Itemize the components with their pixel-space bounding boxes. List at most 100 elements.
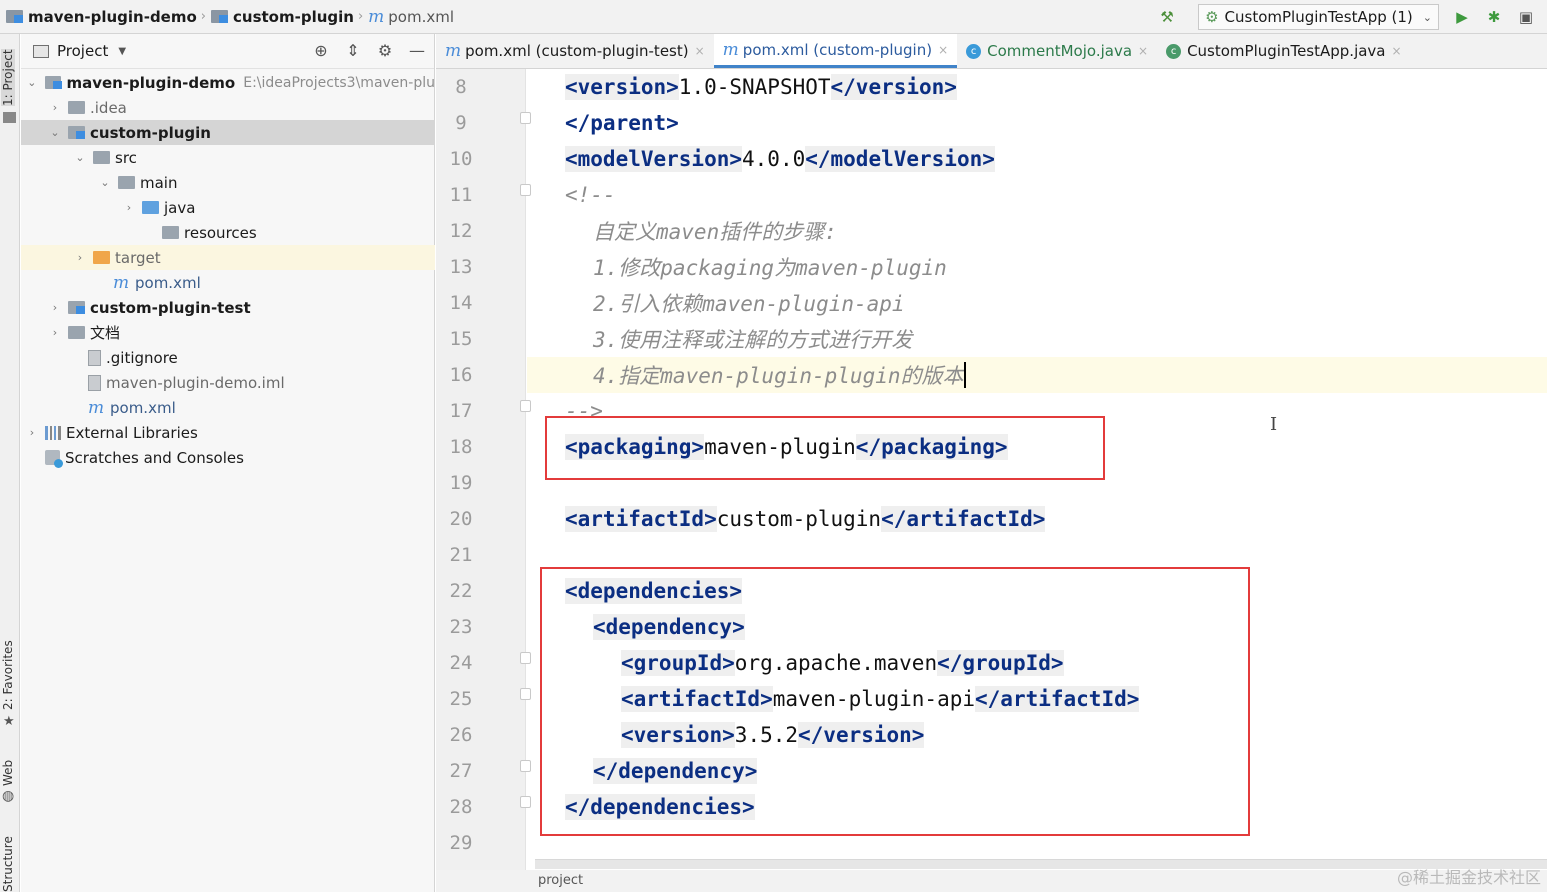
- line-number: 11: [449, 184, 473, 206]
- tree-item-external-libraries[interactable]: › External Libraries: [21, 420, 435, 445]
- chevron-down-icon[interactable]: ⌄: [73, 151, 87, 164]
- code-line-15: 3.使用注释或注解的方式进行开发: [593, 321, 912, 357]
- folder-icon: [93, 151, 110, 164]
- chevron-down-icon[interactable]: ⌄: [48, 126, 62, 139]
- tree-item-docs[interactable]: › 文档: [21, 320, 435, 345]
- tree-item-custom-plugin[interactable]: ⌄ custom-plugin: [21, 120, 435, 145]
- tab-comment-mojo[interactable]: c CommentMojo.java ×: [957, 34, 1157, 68]
- horizontal-scrollbar[interactable]: [535, 859, 1547, 869]
- web-tool-button[interactable]: Web: [1, 760, 15, 786]
- chevron-right-icon: ›: [357, 9, 364, 24]
- tree-item-label: maven-plugin-demo: [66, 73, 236, 92]
- tree-item-scratches[interactable]: Scratches and Consoles: [21, 445, 435, 470]
- xml-open-tag: <version>: [565, 74, 679, 100]
- status-text: project: [538, 873, 584, 888]
- favorites-tool-button[interactable]: 2: Favorites: [1, 640, 15, 710]
- minimize-icon[interactable]: —: [406, 41, 428, 60]
- code-line-10: <modelVersion> 4.0.0 </modelVersion>: [565, 141, 995, 177]
- chevron-right-icon[interactable]: ›: [25, 426, 39, 439]
- code-editor[interactable]: <version> 1.0-SNAPSHOT </version> </parent…: [527, 69, 1547, 859]
- tree-item-label: main: [140, 173, 178, 192]
- run-config-label: CustomPluginTestApp (1): [1224, 8, 1413, 26]
- java-app-icon: c: [1166, 43, 1182, 59]
- chevron-right-icon[interactable]: ›: [48, 326, 62, 339]
- breadcrumb-item-project[interactable]: maven-plugin-demo: [28, 8, 197, 26]
- resources-folder-icon: [162, 226, 179, 239]
- line-number: 22: [449, 580, 473, 602]
- collapse-all-icon[interactable]: ⇕: [342, 41, 364, 60]
- xml-close-tag: </version>: [830, 74, 957, 100]
- breadcrumb-item-file[interactable]: pom.xml: [388, 8, 454, 26]
- module-folder-icon: [68, 126, 85, 139]
- tree-item-pom-custom-plugin[interactable]: m pom.xml: [21, 270, 435, 295]
- tree-item-idea[interactable]: › .idea: [21, 95, 435, 120]
- tree-item-iml[interactable]: maven-plugin-demo.iml: [21, 370, 435, 395]
- tab-label: pom.xml (custom-plugin): [742, 40, 933, 59]
- breadcrumb-item-module[interactable]: custom-plugin: [233, 8, 354, 26]
- tree-item-java[interactable]: › java: [21, 195, 435, 220]
- tree-item-custom-plugin-test[interactable]: › custom-plugin-test: [21, 295, 435, 320]
- xml-comment: 2.引入依赖maven-plugin-api: [593, 292, 905, 316]
- close-icon[interactable]: ×: [1392, 44, 1402, 58]
- close-icon[interactable]: ×: [695, 44, 705, 58]
- line-number: 10: [449, 148, 473, 170]
- chevron-right-icon[interactable]: ›: [122, 201, 136, 214]
- breadcrumb: maven-plugin-demo › custom-plugin › m po…: [0, 7, 454, 27]
- editor-gutter: 8 9 10 11 12 13 14 15 16 17 18 19 20 21 …: [436, 69, 531, 892]
- maven-file-icon: m: [368, 6, 385, 27]
- gear-icon[interactable]: ⚙: [374, 41, 396, 60]
- xml-comment: 4.指定maven-plugin-plugin的版本: [593, 364, 964, 388]
- coverage-icon[interactable]: ▣: [1515, 6, 1537, 28]
- xml-comment: 3.使用注释或注解的方式进行开发: [593, 328, 913, 352]
- star-icon: ★: [3, 714, 15, 729]
- project-tool-button[interactable]: 1: Project: [1, 49, 15, 106]
- line-number: 13: [449, 256, 473, 278]
- code-line-13: 1.修改packaging为maven-plugin: [593, 249, 947, 285]
- line-number: 24: [449, 652, 473, 674]
- line-number: 17: [449, 400, 473, 422]
- folder-icon: [68, 101, 85, 114]
- folder-icon: [118, 176, 135, 189]
- tab-custom-plugin-test-app[interactable]: c CustomPluginTestApp.java ×: [1157, 34, 1410, 68]
- close-icon[interactable]: ×: [1138, 44, 1148, 58]
- hammer-icon[interactable]: ⚒: [1156, 6, 1178, 28]
- tree-item-main[interactable]: ⌄ main: [21, 170, 435, 195]
- tree-item-label: .idea: [90, 98, 127, 117]
- line-number: 14: [449, 292, 473, 314]
- tree-item-path: E:\ideaProjects3\maven-plu: [243, 74, 435, 91]
- run-icon[interactable]: ▶: [1451, 6, 1473, 28]
- chevron-right-icon[interactable]: ›: [48, 301, 62, 314]
- tab-pom-custom-plugin[interactable]: m pom.xml (custom-plugin) ×: [713, 34, 958, 68]
- chevron-down-icon[interactable]: ⌄: [25, 76, 39, 89]
- xml-comment: <!--: [565, 183, 616, 207]
- xml-open-tag: <artifactId>: [565, 506, 717, 532]
- tree-item-src[interactable]: ⌄ src: [21, 145, 435, 170]
- tree-item-maven-plugin-demo[interactable]: ⌄ maven-plugin-demo E:\ideaProjects3\mav…: [21, 70, 435, 95]
- tree-item-gitignore[interactable]: .gitignore: [21, 345, 435, 370]
- locate-icon[interactable]: ⊕: [310, 41, 332, 60]
- module-folder-icon: [6, 10, 23, 23]
- chevron-down-icon[interactable]: ▼: [118, 46, 126, 57]
- chevron-right-icon[interactable]: ›: [73, 251, 87, 264]
- structure-tool-button[interactable]: Structure: [1, 836, 15, 892]
- tree-item-pom-root[interactable]: m pom.xml: [21, 395, 435, 420]
- tree-item-label: pom.xml: [135, 273, 201, 292]
- tree-item-label: custom-plugin-test: [90, 298, 251, 317]
- chevron-down-icon[interactable]: ⌄: [98, 176, 112, 189]
- chevron-right-icon[interactable]: ›: [48, 101, 62, 114]
- run-configuration-select[interactable]: ⚙ CustomPluginTestApp (1) ⌄: [1198, 4, 1439, 30]
- tree-item-resources[interactable]: resources: [21, 220, 435, 245]
- tab-pom-custom-plugin-test[interactable]: m pom.xml (custom-plugin-test) ×: [436, 34, 714, 68]
- highlight-box-packaging: [545, 416, 1105, 480]
- project-panel-title[interactable]: Project: [57, 42, 108, 60]
- tree-item-label: custom-plugin: [90, 123, 211, 142]
- maven-file-icon: m: [722, 39, 739, 60]
- close-icon[interactable]: ×: [938, 43, 948, 57]
- project-panel-header: Project ▼ ⊕ ⇕ ⚙ —: [21, 34, 434, 69]
- debug-icon[interactable]: ✱: [1483, 6, 1505, 28]
- editor-tabs: m pom.xml (custom-plugin-test) × m pom.x…: [436, 34, 1547, 69]
- code-line-11: <!--: [565, 177, 616, 213]
- line-number: 21: [449, 544, 473, 566]
- tree-item-label: target: [115, 248, 161, 267]
- tree-item-target[interactable]: › target: [21, 245, 435, 270]
